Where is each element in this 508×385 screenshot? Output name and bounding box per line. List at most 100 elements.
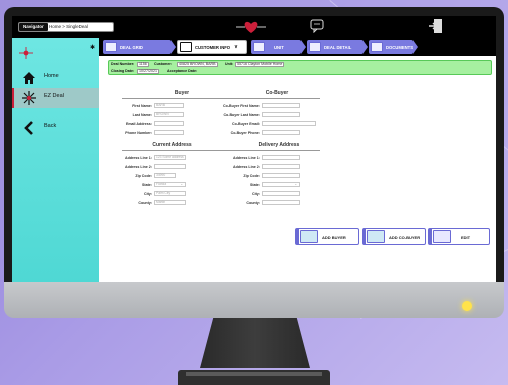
cobuyer-last-name-label: Co-Buyer Last Name:: [223, 113, 260, 117]
closing-date-label: Closing Date:: [111, 69, 135, 73]
navigator-breadcrumb[interactable]: Navigator Home > SingleDeal: [18, 22, 114, 32]
buyer-heading: Buyer: [174, 90, 190, 96]
sidebar-item-home[interactable]: Home: [12, 68, 99, 88]
home-icon: [23, 72, 35, 84]
email-field[interactable]: [154, 121, 184, 126]
sidebar-item-back[interactable]: Back: [12, 118, 99, 138]
add-cobuyer-button[interactable]: ADD CO-BUYER: [362, 228, 426, 245]
add-cobuyer-icon: [367, 230, 385, 243]
monitor-bezel: [4, 282, 504, 318]
cobuyer-first-name-label: Co-Buyer First Name:: [223, 104, 260, 108]
brand-logo-icon: [19, 47, 33, 59]
tab-label: CUSTOMER INFO: [195, 44, 231, 50]
delivery-state-select[interactable]: ⌄: [262, 182, 300, 187]
edit-label: EDIT: [461, 235, 471, 240]
delivery-line2-field[interactable]: [262, 164, 300, 169]
documents-icon: [371, 42, 383, 52]
tab-unit[interactable]: UNIT: [251, 40, 306, 54]
last-name-label: Last Name:: [132, 113, 152, 117]
current-city-field[interactable]: Palm City: [154, 191, 186, 196]
tab-label: DEAL GRID: [120, 44, 143, 50]
customer-icon: [180, 42, 192, 52]
chevron-right-icon: [363, 40, 368, 54]
deal-number-label: Deal Number:: [111, 62, 135, 66]
deal-detail-icon: [309, 42, 321, 52]
delivery-county-field[interactable]: [262, 200, 300, 205]
edit-button[interactable]: EDIT: [428, 228, 490, 245]
cobuyer-last-name-field[interactable]: [262, 112, 300, 117]
chevron-down-icon: ⌄: [180, 182, 183, 186]
add-cobuyer-label: ADD CO-BUYER: [389, 235, 421, 240]
deal-number-value: 1156: [137, 62, 149, 67]
current-line1-field[interactable]: 123 Some address: [154, 155, 186, 160]
tab-label: DOCUMENTS: [386, 44, 413, 50]
first-name-field[interactable]: BARB: [154, 103, 184, 108]
back-arrow-icon: [24, 121, 33, 135]
cobuyer-email-field[interactable]: [262, 121, 316, 126]
logout-icon[interactable]: [428, 18, 444, 34]
monitor-stand-highlight: [186, 372, 322, 376]
unit-label: Unit:: [225, 62, 234, 66]
last-name-field[interactable]: BROWN: [154, 112, 184, 117]
collapse-icon[interactable]: ✱: [90, 44, 95, 51]
cobuyer-phone-label: Co-Buyer Phone:: [230, 131, 260, 135]
navigator-label: Navigator: [19, 23, 48, 31]
monitor-stand-neck: [200, 318, 310, 368]
current-line2-field[interactable]: [154, 164, 186, 169]
cobuyer-phone-field[interactable]: [262, 130, 300, 135]
delivery-address-heading: Delivery Address: [258, 142, 300, 148]
deal-info-bar: Deal Number: 1156 Customer: 40825 BROWN,…: [108, 60, 492, 75]
tab-documents[interactable]: DOCUMENTS: [369, 40, 418, 54]
sidebar-item-ez-deal[interactable]: EZ Deal: [12, 88, 99, 108]
delivery-county-label: County:: [246, 201, 260, 205]
delivery-city-label: City:: [252, 192, 260, 196]
current-zip-label: Zip Code:: [135, 174, 152, 178]
app-screen: Navigator Home > SingleDeal ✱ Home EZ De…: [12, 16, 496, 282]
power-led: [462, 301, 472, 311]
tab-customer-info[interactable]: CUSTOMER INFO ∨: [177, 40, 247, 54]
delivery-city-field[interactable]: [262, 191, 300, 196]
unit-value: 55716 Clayton Mobile Home: [235, 62, 285, 67]
delivery-state-label: State:: [250, 183, 260, 187]
sidebar: ✱ Home EZ Deal Back: [12, 38, 99, 282]
current-state-select[interactable]: Florida ⌄: [154, 182, 186, 187]
tab-deal-detail[interactable]: DEAL DETAIL: [307, 40, 368, 54]
tab-label: DEAL DETAIL: [324, 44, 352, 50]
tab-label: UNIT: [274, 44, 284, 50]
delivery-line1-field[interactable]: [262, 155, 300, 160]
first-name-label: First Name:: [132, 104, 152, 108]
phone-field[interactable]: [154, 130, 184, 135]
tab-deal-grid[interactable]: DEAL GRID: [103, 40, 176, 54]
section-divider: [122, 98, 320, 99]
chat-icon[interactable]: [310, 19, 324, 33]
current-state-value: Florida: [156, 182, 167, 186]
current-zip-field[interactable]: 34990: [154, 173, 176, 178]
acceptance-date-label: Acceptance Date:: [167, 69, 198, 73]
chevron-right-icon: [301, 40, 306, 54]
top-bar: Navigator Home > SingleDeal: [12, 16, 496, 38]
add-buyer-label: ADD BUYER: [322, 235, 346, 240]
delivery-zip-label: Zip Code:: [243, 174, 260, 178]
delivery-zip-field[interactable]: [262, 173, 300, 178]
sidebar-item-label: Back: [44, 123, 57, 129]
add-buyer-icon: [300, 230, 318, 243]
customer-label: Customer:: [154, 62, 172, 66]
add-buyer-button[interactable]: ADD BUYER: [295, 228, 359, 245]
unit-icon: [253, 42, 265, 52]
current-county-label: County:: [138, 201, 152, 205]
cobuyer-first-name-field[interactable]: [262, 103, 300, 108]
cobuyer-heading: Co-Buyer: [265, 90, 289, 96]
navigator-path[interactable]: Home > SingleDeal: [49, 23, 88, 31]
delivery-line1-label: Address Line 1:: [233, 156, 260, 160]
delivery-line2-label: Address Line 2:: [233, 165, 260, 169]
current-address-heading: Current Address: [152, 142, 192, 148]
chevron-down-icon: ∨: [234, 44, 238, 50]
current-county-field[interactable]: Martin: [154, 200, 186, 205]
phone-label: Phone Number:: [125, 131, 152, 135]
chevron-right-icon: [171, 40, 176, 54]
current-line1-label: Address Line 1:: [125, 156, 152, 160]
customer-value: 40825 BROWN, BARB: [177, 62, 218, 67]
current-line2-label: Address Line 2:: [125, 165, 152, 169]
ez-deal-icon: [22, 91, 36, 105]
heart-logo-icon: [236, 21, 266, 33]
